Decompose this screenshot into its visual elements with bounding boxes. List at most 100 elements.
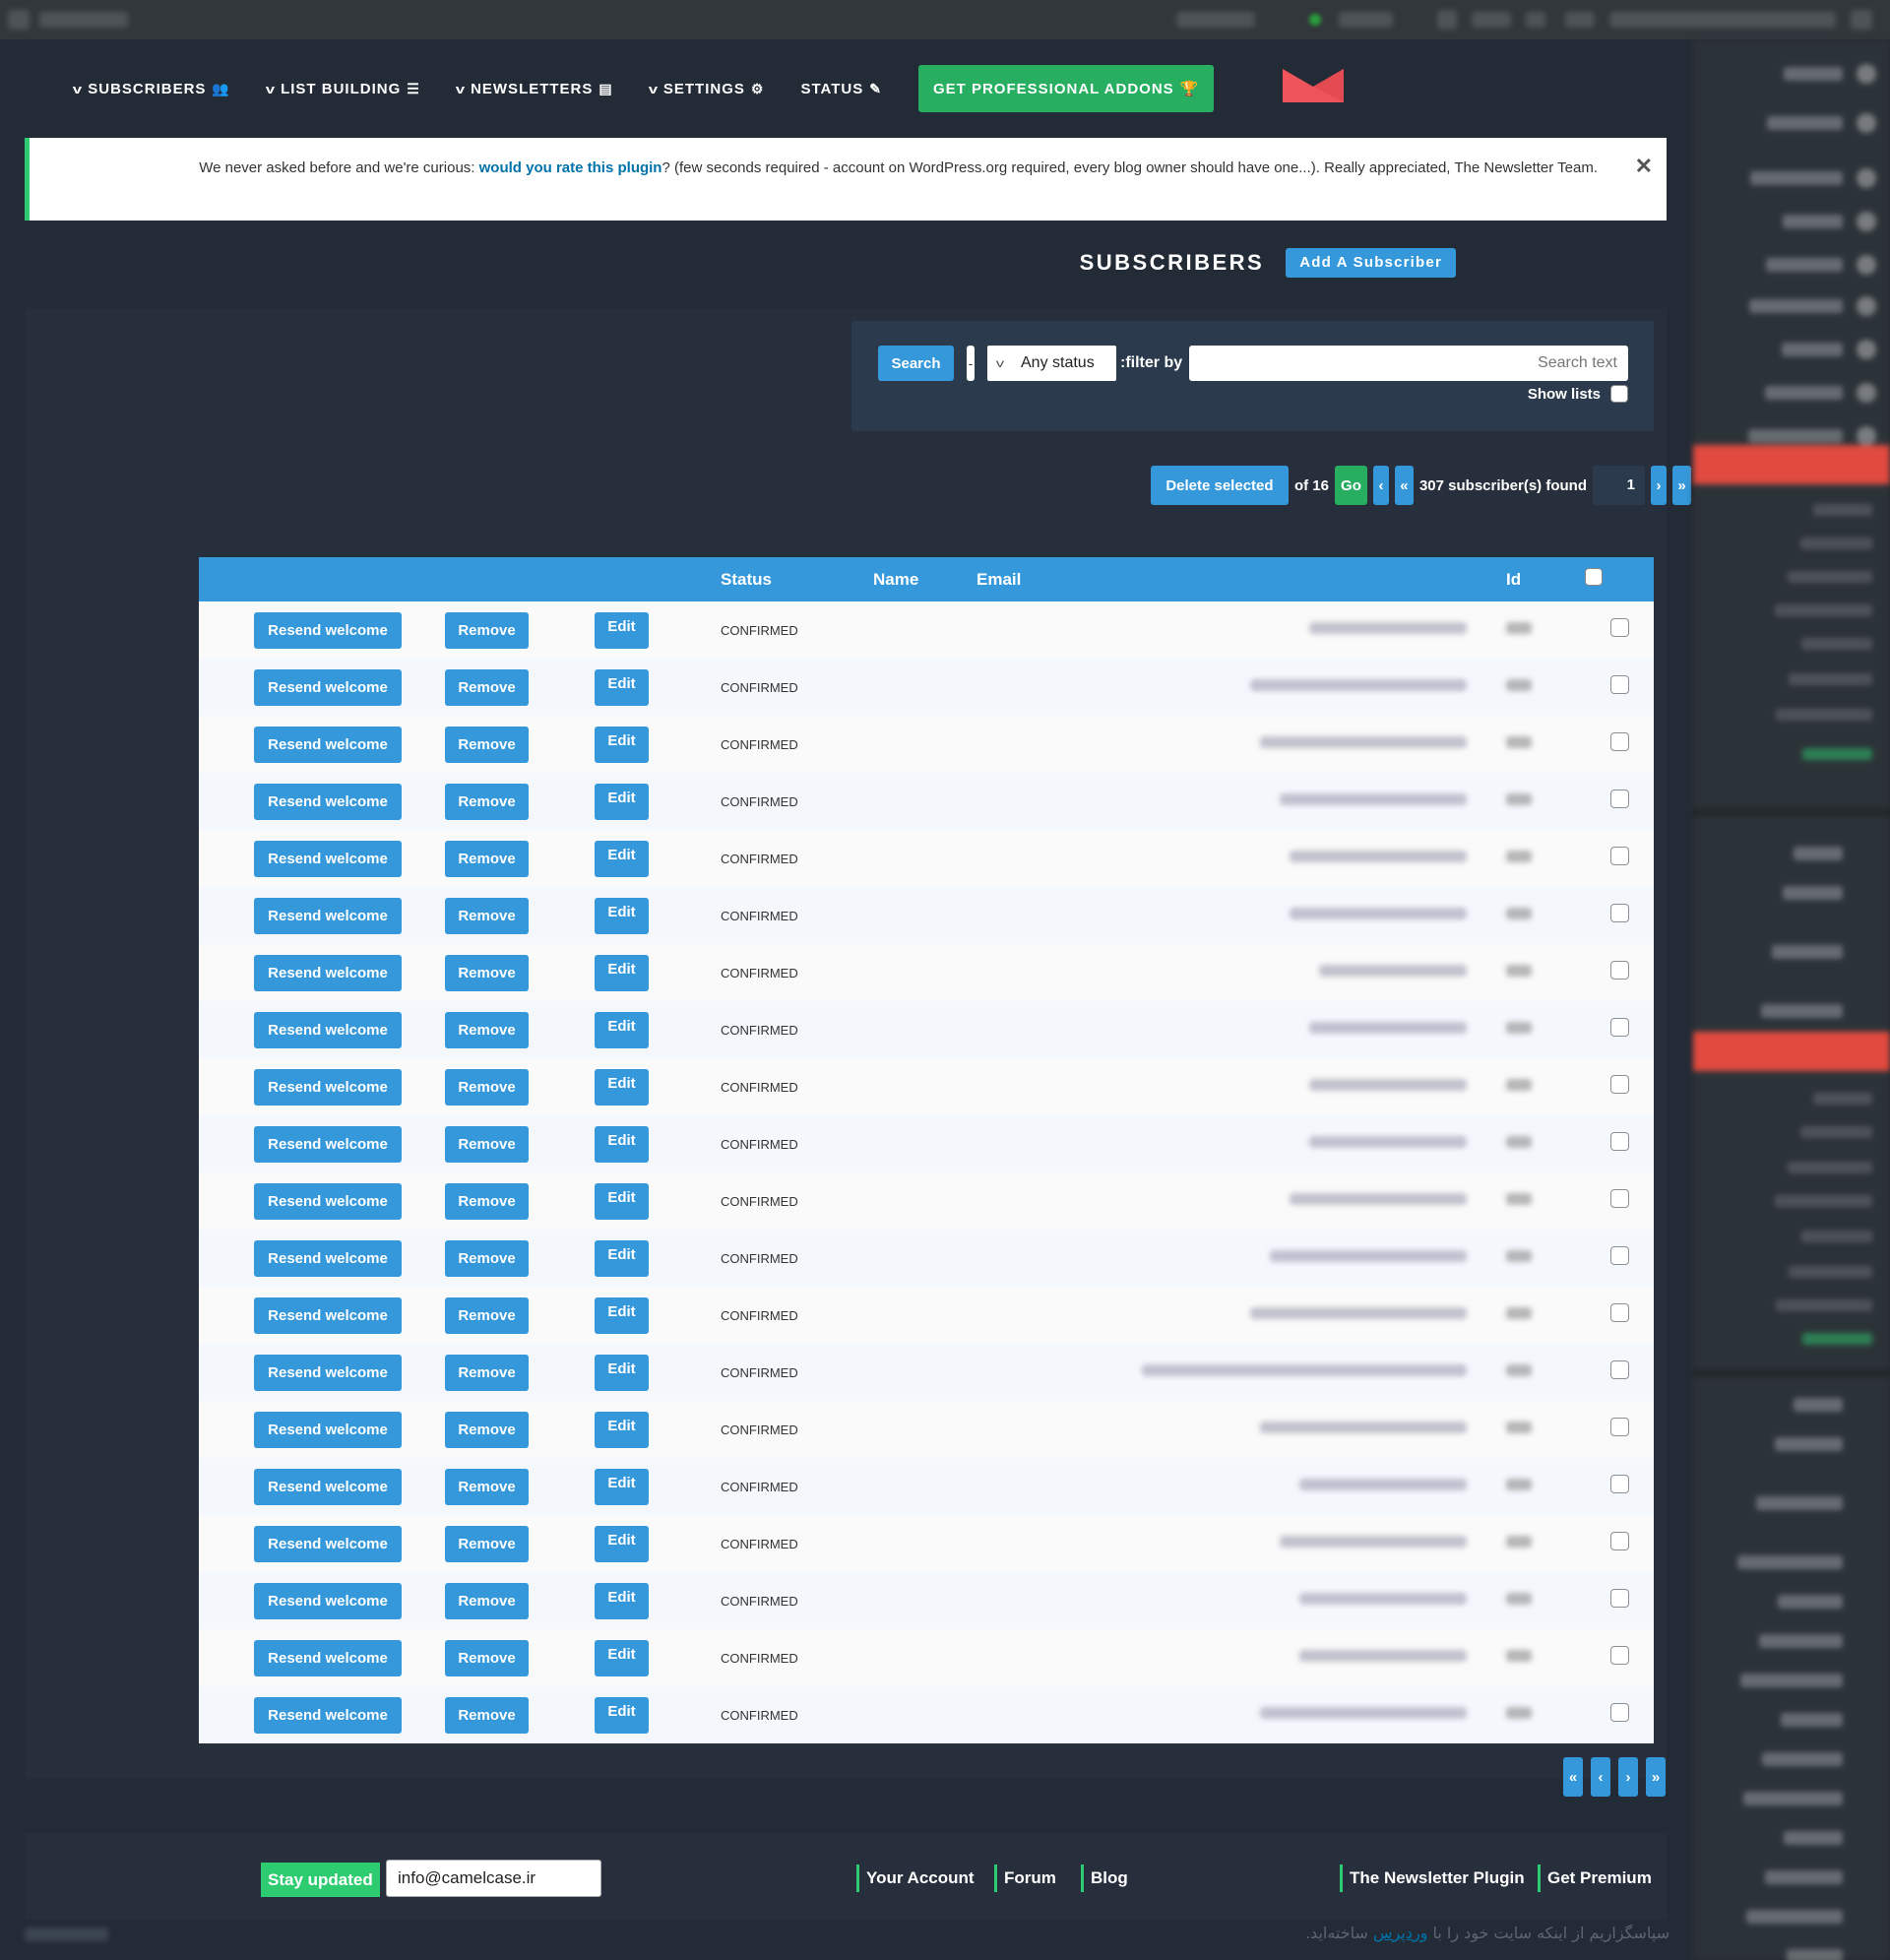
resend-welcome-button[interactable]: Resend welcome <box>254 1354 402 1391</box>
sidebar-menu-item[interactable] <box>1749 299 1843 313</box>
nav-newsletters[interactable]: v NEWSLETTERS ▤ <box>456 81 613 97</box>
edit-button[interactable]: Edit <box>595 668 649 706</box>
search-button[interactable]: Search <box>878 346 954 381</box>
remove-button[interactable]: Remove <box>445 1239 529 1277</box>
edit-button[interactable]: Edit <box>595 611 649 649</box>
edit-button[interactable]: Edit <box>595 1296 649 1334</box>
sidebar-item-newsletter[interactable] <box>1693 1032 1890 1071</box>
remove-button[interactable]: Remove <box>445 1468 529 1505</box>
resend-welcome-button[interactable]: Resend welcome <box>254 1068 402 1106</box>
row-checkbox[interactable] <box>1609 1589 1629 1608</box>
row-checkbox[interactable] <box>1609 1532 1629 1550</box>
prev-page-button[interactable]: ‹ <box>1372 466 1389 505</box>
row-checkbox[interactable] <box>1609 618 1629 637</box>
edit-button[interactable]: Edit <box>595 1182 649 1220</box>
resend-welcome-button[interactable]: Resend welcome <box>254 668 402 706</box>
sidebar-menu-item[interactable] <box>1761 1004 1843 1018</box>
edit-button[interactable]: Edit <box>595 1468 649 1505</box>
edit-button[interactable]: Edit <box>595 726 649 763</box>
row-checkbox[interactable] <box>1609 790 1629 808</box>
site-name[interactable] <box>1609 12 1836 28</box>
admin-bar-icon[interactable] <box>1851 10 1872 30</box>
admin-bar-item[interactable] <box>1472 12 1511 28</box>
edit-button[interactable]: Edit <box>595 783 649 820</box>
sidebar-menu-item[interactable] <box>1783 215 1843 228</box>
row-checkbox[interactable] <box>1609 1132 1629 1151</box>
edit-button[interactable]: Edit <box>595 1011 649 1048</box>
resend-welcome-button[interactable]: Resend welcome <box>254 954 402 991</box>
row-checkbox[interactable] <box>1609 732 1629 751</box>
sidebar-submenu-item[interactable] <box>1788 1162 1872 1173</box>
remove-button[interactable]: Remove <box>445 1411 529 1448</box>
edit-button[interactable]: Edit <box>595 1639 649 1676</box>
sidebar-menu-item[interactable] <box>1750 171 1843 185</box>
sidebar-submenu-item[interactable] <box>1800 537 1872 549</box>
sidebar-item-newsletter-active[interactable] <box>1693 445 1890 484</box>
row-checkbox[interactable] <box>1609 1246 1629 1265</box>
resend-welcome-button[interactable]: Resend welcome <box>254 783 402 820</box>
remove-button[interactable]: Remove <box>445 1125 529 1163</box>
admin-bar-item[interactable] <box>1339 12 1393 28</box>
sidebar-menu-item[interactable] <box>1748 429 1843 443</box>
edit-button[interactable]: Edit <box>595 1239 649 1277</box>
edit-button[interactable]: Edit <box>595 897 649 934</box>
sidebar-menu-item[interactable] <box>1787 1949 1843 1960</box>
last-page-button[interactable]: » <box>1646 1757 1666 1797</box>
resend-welcome-button[interactable]: Resend welcome <box>254 1296 402 1334</box>
remove-button[interactable]: Remove <box>445 840 529 877</box>
sidebar-menu-item[interactable] <box>1759 1634 1843 1648</box>
resend-welcome-button[interactable]: Resend welcome <box>254 1525 402 1562</box>
row-checkbox[interactable] <box>1609 1475 1629 1493</box>
sidebar-menu-item[interactable] <box>1772 945 1843 959</box>
close-icon[interactable]: ✕ <box>1635 156 1653 177</box>
resend-welcome-button[interactable]: Resend welcome <box>254 611 402 649</box>
row-checkbox[interactable] <box>1609 675 1629 694</box>
admin-bar-item[interactable] <box>1565 12 1595 28</box>
sidebar-menu-item[interactable] <box>1784 67 1843 81</box>
sidebar-menu-item[interactable] <box>1794 1398 1843 1412</box>
nav-subscribers[interactable]: v SUBSCRIBERS 👥 <box>73 81 230 97</box>
next-page-button[interactable]: › <box>1618 1757 1638 1797</box>
sidebar-menu-item[interactable] <box>1756 1496 1843 1510</box>
sidebar-submenu-item[interactable] <box>1775 604 1872 616</box>
row-checkbox[interactable] <box>1609 1360 1629 1379</box>
resend-welcome-button[interactable]: Resend welcome <box>254 1411 402 1448</box>
remove-button[interactable]: Remove <box>445 668 529 706</box>
sidebar-submenu-item[interactable] <box>1813 504 1872 516</box>
sidebar-submenu-item[interactable] <box>1802 748 1872 760</box>
last-page-button[interactable]: » <box>1672 466 1691 505</box>
sidebar-menu-item[interactable] <box>1794 847 1843 860</box>
sidebar-menu-item[interactable] <box>1737 1555 1843 1569</box>
sidebar-menu-item[interactable] <box>1765 386 1843 400</box>
sidebar-submenu-item[interactable] <box>1801 638 1872 650</box>
remove-button[interactable]: Remove <box>445 1696 529 1734</box>
admin-bar-icon[interactable] <box>1437 10 1457 30</box>
row-checkbox[interactable] <box>1609 1418 1629 1436</box>
resend-welcome-button[interactable]: Resend welcome <box>254 1582 402 1619</box>
resend-welcome-button[interactable]: Resend welcome <box>254 1239 402 1277</box>
sidebar-menu-item[interactable] <box>1784 1831 1843 1845</box>
remove-button[interactable]: Remove <box>445 1296 529 1334</box>
rate-plugin-link[interactable]: would you rate this plugin <box>479 159 662 176</box>
sidebar-menu-item[interactable] <box>1766 258 1843 272</box>
remove-button[interactable]: Remove <box>445 1639 529 1676</box>
list-select[interactable]: - <box>967 346 975 381</box>
remove-button[interactable]: Remove <box>445 611 529 649</box>
edit-button[interactable]: Edit <box>595 1411 649 1448</box>
remove-button[interactable]: Remove <box>445 726 529 763</box>
sidebar-submenu-item[interactable] <box>1789 1266 1872 1278</box>
admin-bar-item[interactable] <box>1176 12 1255 28</box>
sidebar-menu-item[interactable] <box>1740 1674 1843 1687</box>
edit-button[interactable]: Edit <box>595 840 649 877</box>
go-button[interactable]: Go <box>1334 466 1367 505</box>
wordpress-link[interactable]: وردپرس <box>1373 1924 1427 1942</box>
remove-button[interactable]: Remove <box>445 1525 529 1562</box>
edit-button[interactable]: Edit <box>595 1068 649 1106</box>
sidebar-submenu-item[interactable] <box>1776 1299 1872 1311</box>
select-all-checkbox[interactable] <box>1585 568 1603 586</box>
sidebar-menu-item[interactable] <box>1781 1713 1843 1727</box>
row-checkbox[interactable] <box>1609 1018 1629 1037</box>
sidebar-submenu-item[interactable] <box>1789 673 1872 685</box>
newsletter-logo-icon[interactable] <box>1283 69 1344 102</box>
footer-link-blog[interactable]: Blog <box>1081 1865 1128 1892</box>
